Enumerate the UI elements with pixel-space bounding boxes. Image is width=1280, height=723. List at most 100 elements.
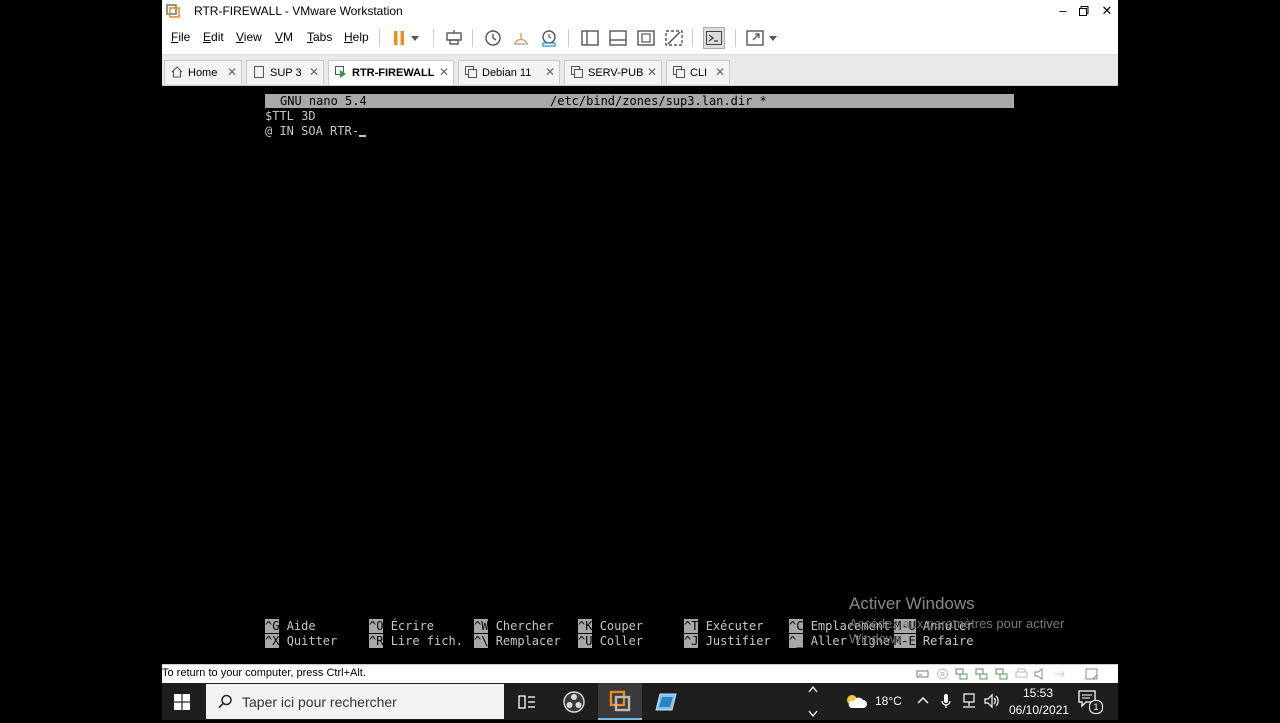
remote-app-icon[interactable] bbox=[644, 683, 688, 720]
shortcut-label: Lire fich. bbox=[390, 634, 463, 648]
shortcut-label: Chercher bbox=[495, 619, 554, 633]
tab-cli[interactable]: CLI ✕ bbox=[666, 60, 730, 84]
nano-shortcut: ^T Exécuter bbox=[684, 619, 763, 634]
shortcut-label: Remplacer bbox=[495, 634, 561, 648]
menu-view[interactable]: View bbox=[236, 30, 262, 44]
weather-cloud-icon[interactable] bbox=[845, 693, 867, 709]
windows-taskbar: Taper ici pour rechercher 18°C 15:53 06/… bbox=[162, 683, 1118, 720]
tab-debian-11[interactable]: Debian 11 ✕ bbox=[458, 60, 560, 84]
tab-label: Debian 11 bbox=[482, 67, 532, 79]
taskbar-search-box[interactable]: Taper ici pour rechercher bbox=[206, 684, 504, 719]
search-placeholder: Taper ici pour rechercher bbox=[242, 694, 397, 710]
nano-title-bar: GNU nano 5.4 /etc/bind/zones/sup3.lan.di… bbox=[265, 94, 1014, 108]
send-ctrl-alt-del-icon[interactable] bbox=[443, 27, 465, 49]
tab-rtr-firewall[interactable]: RTR-FIREWALL ✕ bbox=[328, 60, 454, 85]
nano-shortcut: ^W Chercher bbox=[474, 619, 553, 634]
status-bar: To return to your computer, press Ctrl+A… bbox=[162, 664, 1118, 684]
power-dropdown-icon[interactable] bbox=[408, 27, 422, 49]
console-view-icon[interactable] bbox=[703, 27, 725, 49]
toolbar-separator bbox=[472, 29, 473, 47]
tab-label: SUP 3 bbox=[270, 67, 302, 79]
menu-bar: File Edit View VM Tabs Help bbox=[162, 22, 1118, 55]
tab-serv-pub[interactable]: SERV-PUB ✕ bbox=[564, 60, 662, 84]
stretch-dropdown-icon[interactable] bbox=[766, 27, 780, 49]
nano-shortcut: ^U Coller bbox=[578, 634, 643, 649]
cd-dvd-icon[interactable] bbox=[936, 668, 949, 680]
close-tab-icon[interactable]: ✕ bbox=[227, 65, 237, 79]
shortcut-label: Justifier bbox=[705, 634, 771, 648]
menu-help[interactable]: Help bbox=[344, 30, 369, 44]
show-library-icon[interactable] bbox=[579, 27, 601, 49]
close-tab-icon[interactable]: ✕ bbox=[647, 65, 657, 79]
close-window-button[interactable]: ✕ bbox=[1096, 1, 1118, 21]
nano-shortcut: ^G Aide bbox=[265, 619, 316, 634]
clock-date[interactable]: 06/10/2021 bbox=[1009, 703, 1069, 717]
toolbar-separator bbox=[735, 29, 736, 47]
show-thumbnail-bar-icon[interactable] bbox=[607, 27, 629, 49]
nano-shortcut: ^O Écrire bbox=[369, 619, 434, 634]
shortcut-label: Écrire bbox=[390, 619, 435, 633]
printer-icon[interactable] bbox=[1015, 668, 1028, 680]
tab-label: CLI bbox=[690, 67, 708, 79]
shortcut-label: Couper bbox=[599, 619, 644, 633]
nano-shortcut: ^X Quitter bbox=[265, 634, 337, 649]
vm-console[interactable]: GNU nano 5.4 /etc/bind/zones/sup3.lan.di… bbox=[162, 86, 1118, 664]
shortcut-key: ^_ bbox=[789, 634, 804, 648]
minimize-button[interactable]: – bbox=[1052, 1, 1074, 21]
nano-shortcut: ^R Lire fich. bbox=[369, 634, 463, 649]
message-log-icon[interactable] bbox=[1085, 668, 1098, 680]
editor-line[interactable]: @ IN SOA RTR- bbox=[265, 124, 366, 139]
snapshot-icon[interactable] bbox=[482, 27, 504, 49]
tab-label: Home bbox=[188, 67, 218, 79]
tab-sup3[interactable]: SUP 3 ✕ bbox=[246, 60, 324, 84]
full-screen-icon[interactable] bbox=[635, 27, 657, 49]
vm-icon bbox=[465, 66, 477, 78]
close-tab-icon[interactable]: ✕ bbox=[309, 65, 319, 79]
close-tab-icon[interactable]: ✕ bbox=[439, 65, 449, 79]
start-button[interactable] bbox=[162, 683, 202, 720]
vmware-app-icon[interactable] bbox=[598, 683, 642, 720]
activation-watermark-title: Activer Windows bbox=[849, 594, 975, 613]
weather-temperature[interactable]: 18°C bbox=[875, 694, 902, 708]
tab-home[interactable]: Home ✕ bbox=[164, 60, 242, 84]
tab-label: SERV-PUB bbox=[588, 67, 644, 79]
nano-shortcut: ^K Couper bbox=[578, 619, 643, 634]
revert-snapshot-icon[interactable] bbox=[510, 27, 532, 49]
network-adapter-icon[interactable] bbox=[955, 668, 968, 680]
microphone-icon[interactable] bbox=[941, 693, 951, 709]
unity-icon[interactable] bbox=[663, 27, 685, 49]
text-cursor bbox=[358, 135, 366, 137]
close-tab-icon[interactable]: ✕ bbox=[715, 65, 725, 79]
vmware-window: RTR-FIREWALL - VMware Workstation – ✕ Fi… bbox=[162, 0, 1118, 720]
maximize-button[interactable] bbox=[1073, 1, 1095, 21]
obs-app-icon[interactable] bbox=[552, 683, 596, 720]
home-icon bbox=[171, 66, 183, 78]
network-icon[interactable] bbox=[961, 693, 977, 709]
vm-icon bbox=[673, 66, 685, 78]
menu-edit[interactable]: Edit bbox=[203, 30, 224, 44]
menu-file[interactable]: File bbox=[171, 30, 190, 44]
nano-version: GNU nano 5.4 bbox=[280, 94, 367, 108]
show-hidden-icons-icon[interactable] bbox=[917, 696, 929, 704]
vmware-logo-icon bbox=[166, 4, 180, 18]
usb-icon[interactable] bbox=[1053, 668, 1066, 680]
pause-icon[interactable] bbox=[388, 27, 410, 49]
menu-vm[interactable]: VM bbox=[275, 30, 293, 44]
clock-time[interactable]: 15:53 bbox=[1023, 686, 1053, 700]
shortcut-key: ^C bbox=[789, 619, 804, 633]
close-tab-icon[interactable]: ✕ bbox=[545, 65, 555, 79]
hard-disk-icon[interactable] bbox=[916, 668, 929, 680]
action-center-button[interactable]: 1 bbox=[1078, 690, 1103, 714]
menu-tabs[interactable]: Tabs bbox=[307, 30, 332, 44]
sound-card-icon[interactable] bbox=[1034, 668, 1047, 680]
stretch-guest-icon[interactable] bbox=[744, 27, 766, 49]
volume-icon[interactable] bbox=[984, 693, 1000, 709]
shortcut-key: ^R bbox=[369, 634, 384, 648]
title-bar: RTR-FIREWALL - VMware Workstation – ✕ bbox=[162, 0, 1118, 22]
tray-scroll[interactable] bbox=[808, 685, 822, 718]
snapshot-manager-icon[interactable] bbox=[538, 27, 560, 49]
shortcut-key: ^K bbox=[578, 619, 593, 633]
network-adapter-icon[interactable] bbox=[975, 668, 988, 680]
task-view-icon[interactable] bbox=[505, 683, 549, 720]
network-adapter-icon[interactable] bbox=[995, 668, 1008, 680]
